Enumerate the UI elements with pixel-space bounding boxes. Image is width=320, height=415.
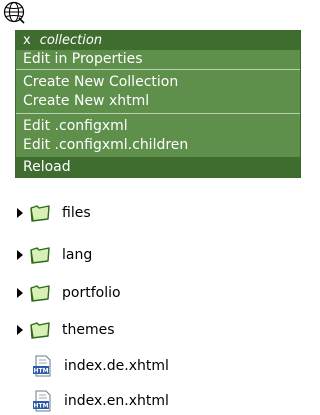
tree-file-row[interactable]: HTM index.en.xhtml <box>0 389 169 413</box>
menu-group-config: Edit .configxml Edit .configxml.children <box>16 113 300 157</box>
html-file-icon: HTM <box>33 390 51 412</box>
folder-icon <box>30 205 50 222</box>
menu-group-properties: Edit in Properties <box>16 50 300 69</box>
expand-arrow-icon[interactable] <box>17 250 23 260</box>
tree-folder-row[interactable]: files <box>0 201 91 225</box>
globe-icon[interactable] <box>3 1 27 25</box>
folder-icon <box>30 322 50 339</box>
expand-arrow-icon[interactable] <box>17 325 23 335</box>
file-label: index.de.xhtml <box>64 358 169 374</box>
folder-label: lang <box>62 247 93 263</box>
tree-folder-row[interactable]: lang <box>0 243 92 267</box>
file-label: index.en.xhtml <box>64 393 169 409</box>
svg-text:HTM: HTM <box>33 368 48 375</box>
tree-file-row[interactable]: HTM index.de.xhtml <box>0 354 169 378</box>
menu-item-create-xhtml[interactable]: Create New xhtml <box>16 92 300 111</box>
expand-arrow-icon[interactable] <box>17 288 23 298</box>
folder-icon <box>30 285 50 302</box>
close-menu-button[interactable]: x <box>23 33 31 48</box>
menu-item-edit-configxml-children[interactable]: Edit .configxml.children <box>16 136 300 155</box>
folder-label: files <box>62 205 91 221</box>
folder-icon <box>30 247 50 264</box>
context-menu: x collection Edit in Properties Create Ne… <box>15 30 301 178</box>
menu-item-reload[interactable]: Reload <box>16 157 300 177</box>
tree-folder-row[interactable]: themes <box>0 318 115 342</box>
context-menu-title: x collection <box>16 31 300 50</box>
folder-label: themes <box>62 322 115 338</box>
menu-group-create: Create New Collection Create New xhtml <box>16 69 300 113</box>
html-file-icon: HTM <box>33 355 51 377</box>
expand-arrow-icon[interactable] <box>17 208 23 218</box>
tree-folder-row[interactable]: portfolio <box>0 281 121 305</box>
menu-item-create-collection[interactable]: Create New Collection <box>16 73 300 92</box>
folder-label: portfolio <box>62 285 121 301</box>
menu-item-edit-properties[interactable]: Edit in Properties <box>16 50 300 69</box>
svg-text:HTM: HTM <box>33 403 48 410</box>
menu-target-name: collection <box>39 33 103 48</box>
menu-item-edit-configxml[interactable]: Edit .configxml <box>16 117 300 136</box>
